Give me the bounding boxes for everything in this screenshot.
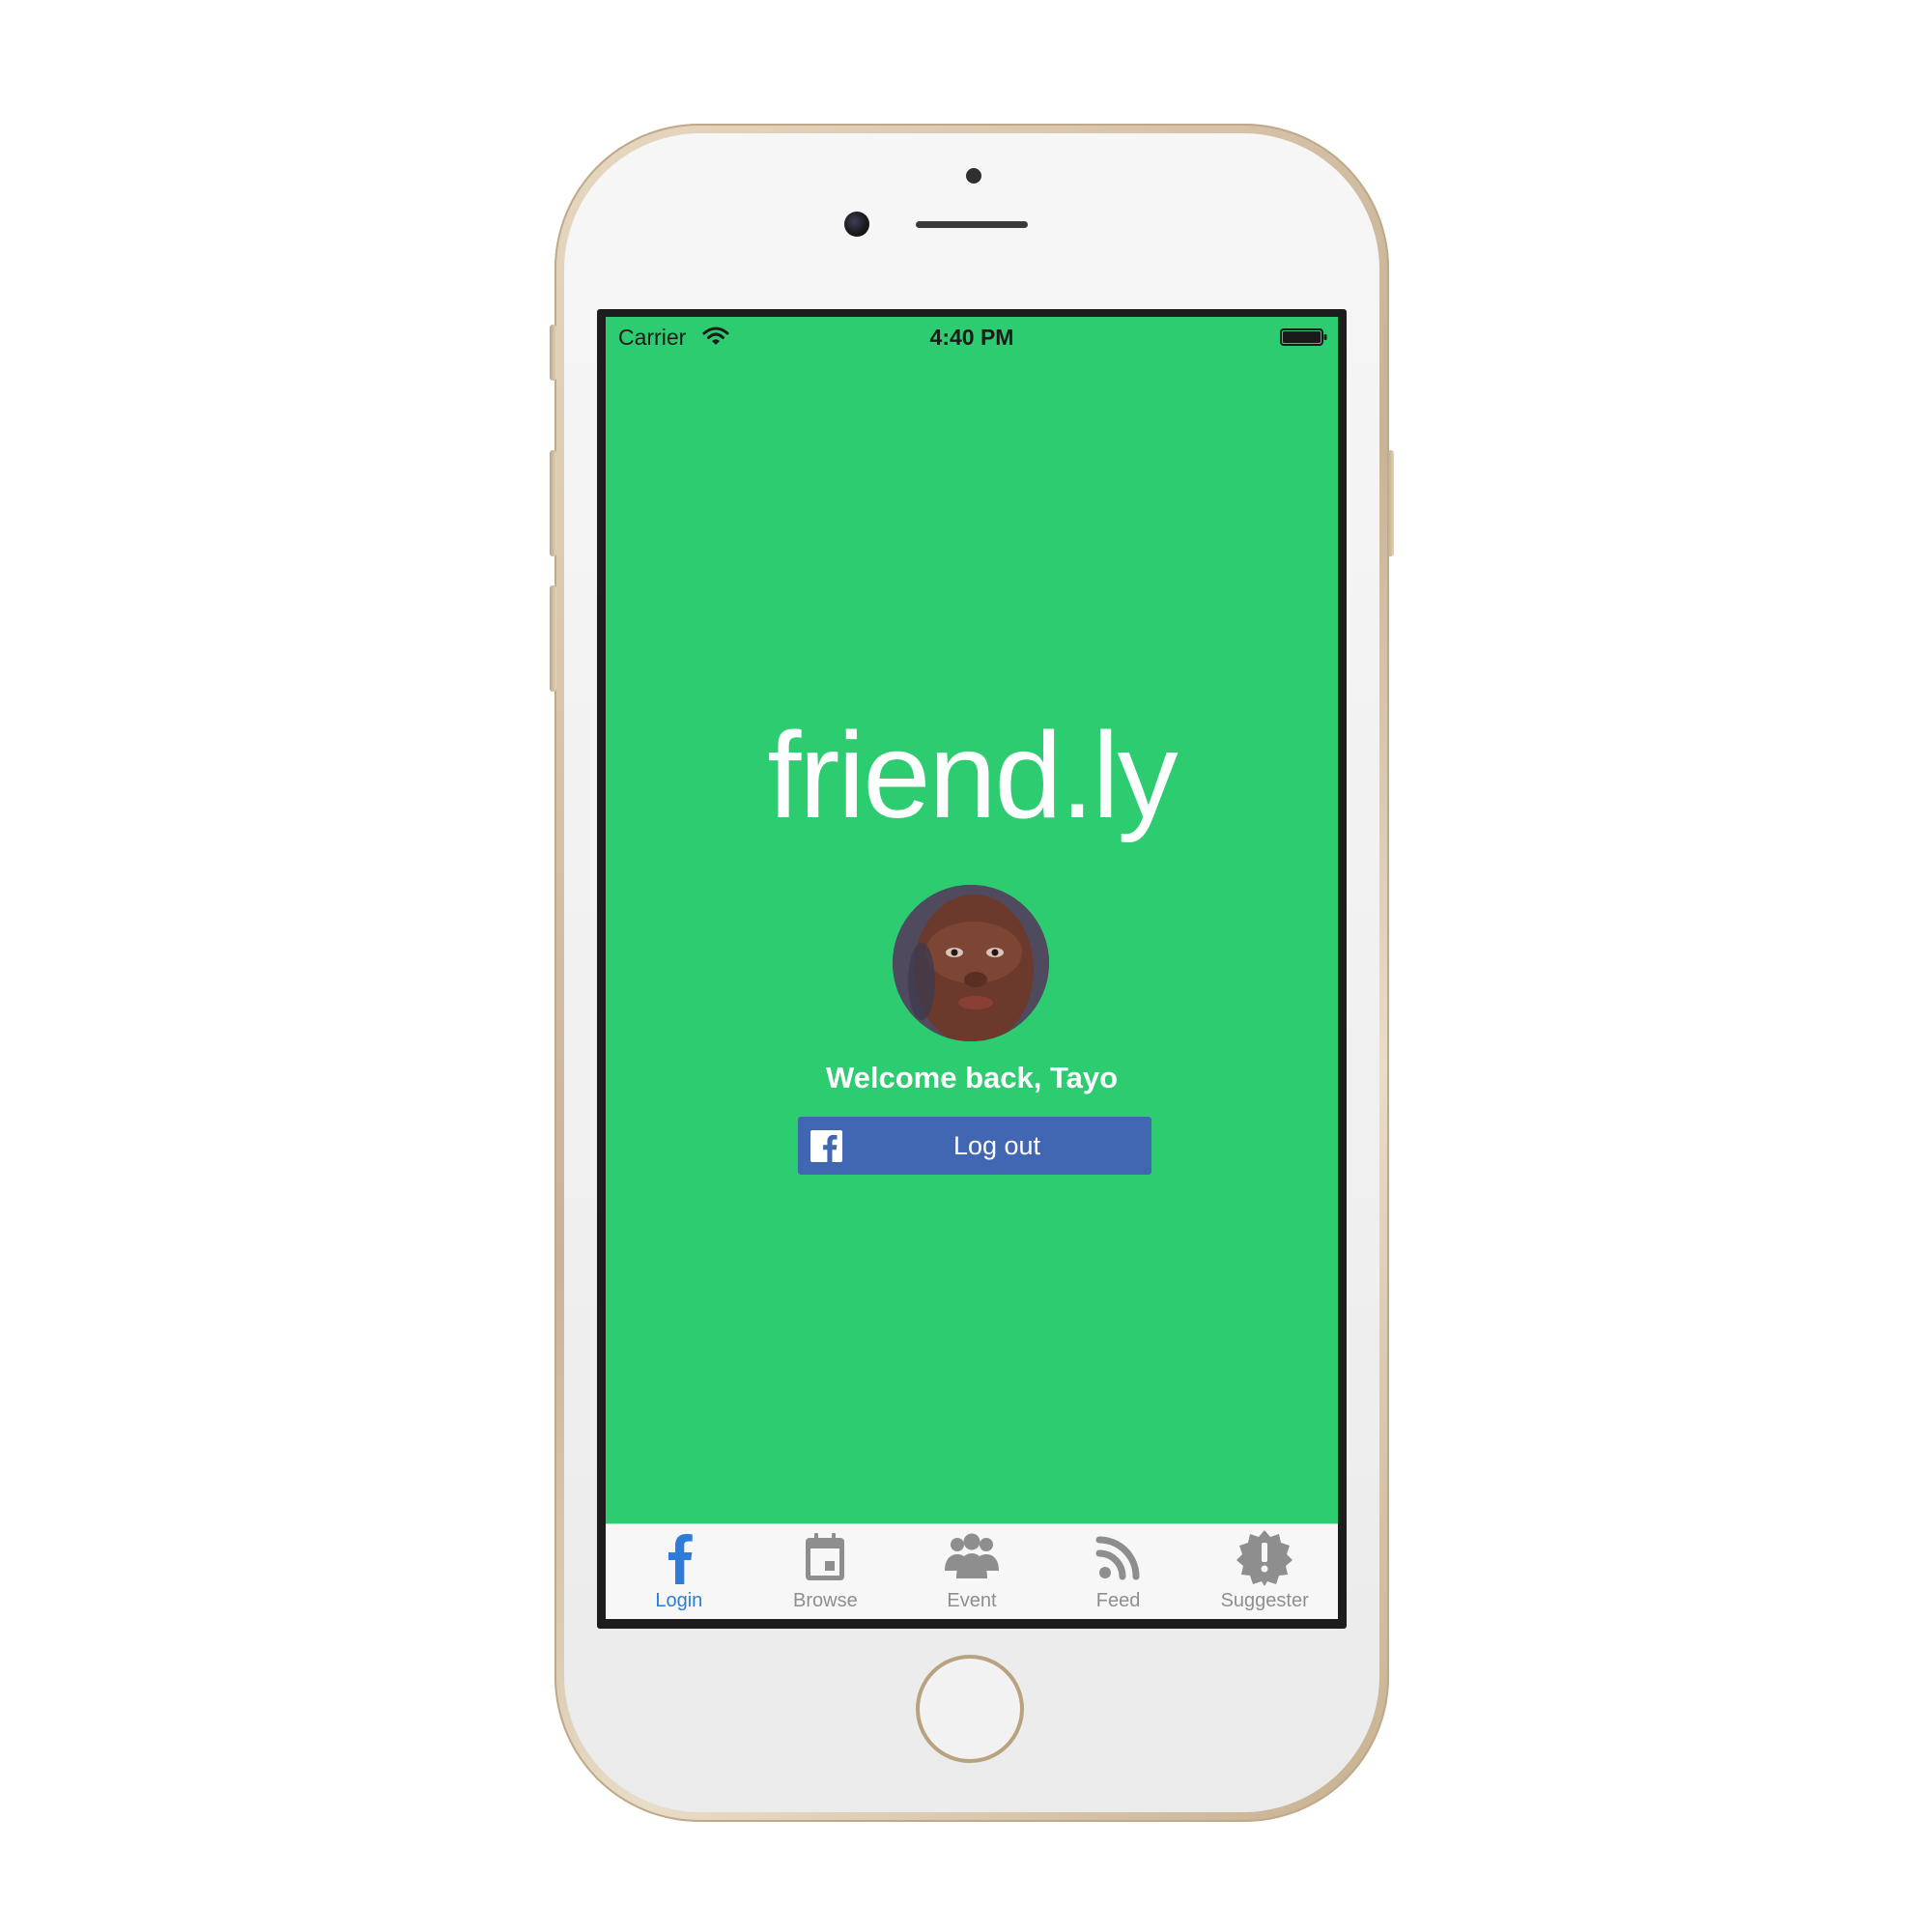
mute-switch	[550, 325, 556, 381]
alert-badge-icon	[1236, 1530, 1293, 1586]
screen-bezel: Carrier 4:40 PM friend.ly Welcome back, …	[597, 309, 1347, 1629]
battery-icon	[1280, 328, 1327, 346]
tab-feed[interactable]: Feed	[1045, 1524, 1192, 1619]
facebook-icon	[668, 1534, 693, 1584]
front-camera-icon	[844, 212, 869, 237]
status-bar: Carrier 4:40 PM	[606, 317, 1338, 355]
logout-label: Log out	[952, 1131, 1041, 1160]
group-icon	[944, 1533, 999, 1578]
tab-bar: Login Browse Event Feed Suggester	[606, 1523, 1338, 1619]
home-button[interactable]	[916, 1655, 1024, 1763]
volume-down-button	[550, 585, 556, 692]
avatar	[893, 885, 1049, 1041]
tab-label: Login	[655, 1590, 703, 1611]
rss-feed-icon	[1095, 1536, 1140, 1580]
facebook-logout-button[interactable]: Log out	[798, 1117, 1151, 1175]
earpiece-speaker	[916, 221, 1028, 228]
canvas: Carrier 4:40 PM friend.ly Welcome back, …	[0, 0, 1932, 1932]
tab-suggester[interactable]: Suggester	[1191, 1524, 1338, 1619]
volume-up-button	[550, 450, 556, 556]
app-title: friend.ly	[767, 707, 1178, 843]
facebook-logo-icon	[810, 1130, 842, 1162]
tab-browse[interactable]: Browse	[753, 1524, 899, 1619]
tab-label: Event	[947, 1590, 997, 1611]
tab-label: Suggester	[1220, 1590, 1309, 1611]
clock: 4:40 PM	[929, 325, 1014, 350]
power-button	[1387, 450, 1394, 556]
tab-login[interactable]: Login	[606, 1524, 753, 1619]
calendar-icon	[806, 1533, 845, 1580]
proximity-sensor	[966, 168, 981, 184]
app-screen: Carrier 4:40 PM friend.ly Welcome back, …	[606, 317, 1338, 1619]
welcome-message: Welcome back, Tayo	[825, 1061, 1119, 1094]
tab-event[interactable]: Event	[898, 1524, 1045, 1619]
profile-photo	[893, 885, 1049, 1041]
tab-label: Feed	[1095, 1590, 1141, 1611]
tab-label: Browse	[793, 1590, 858, 1611]
